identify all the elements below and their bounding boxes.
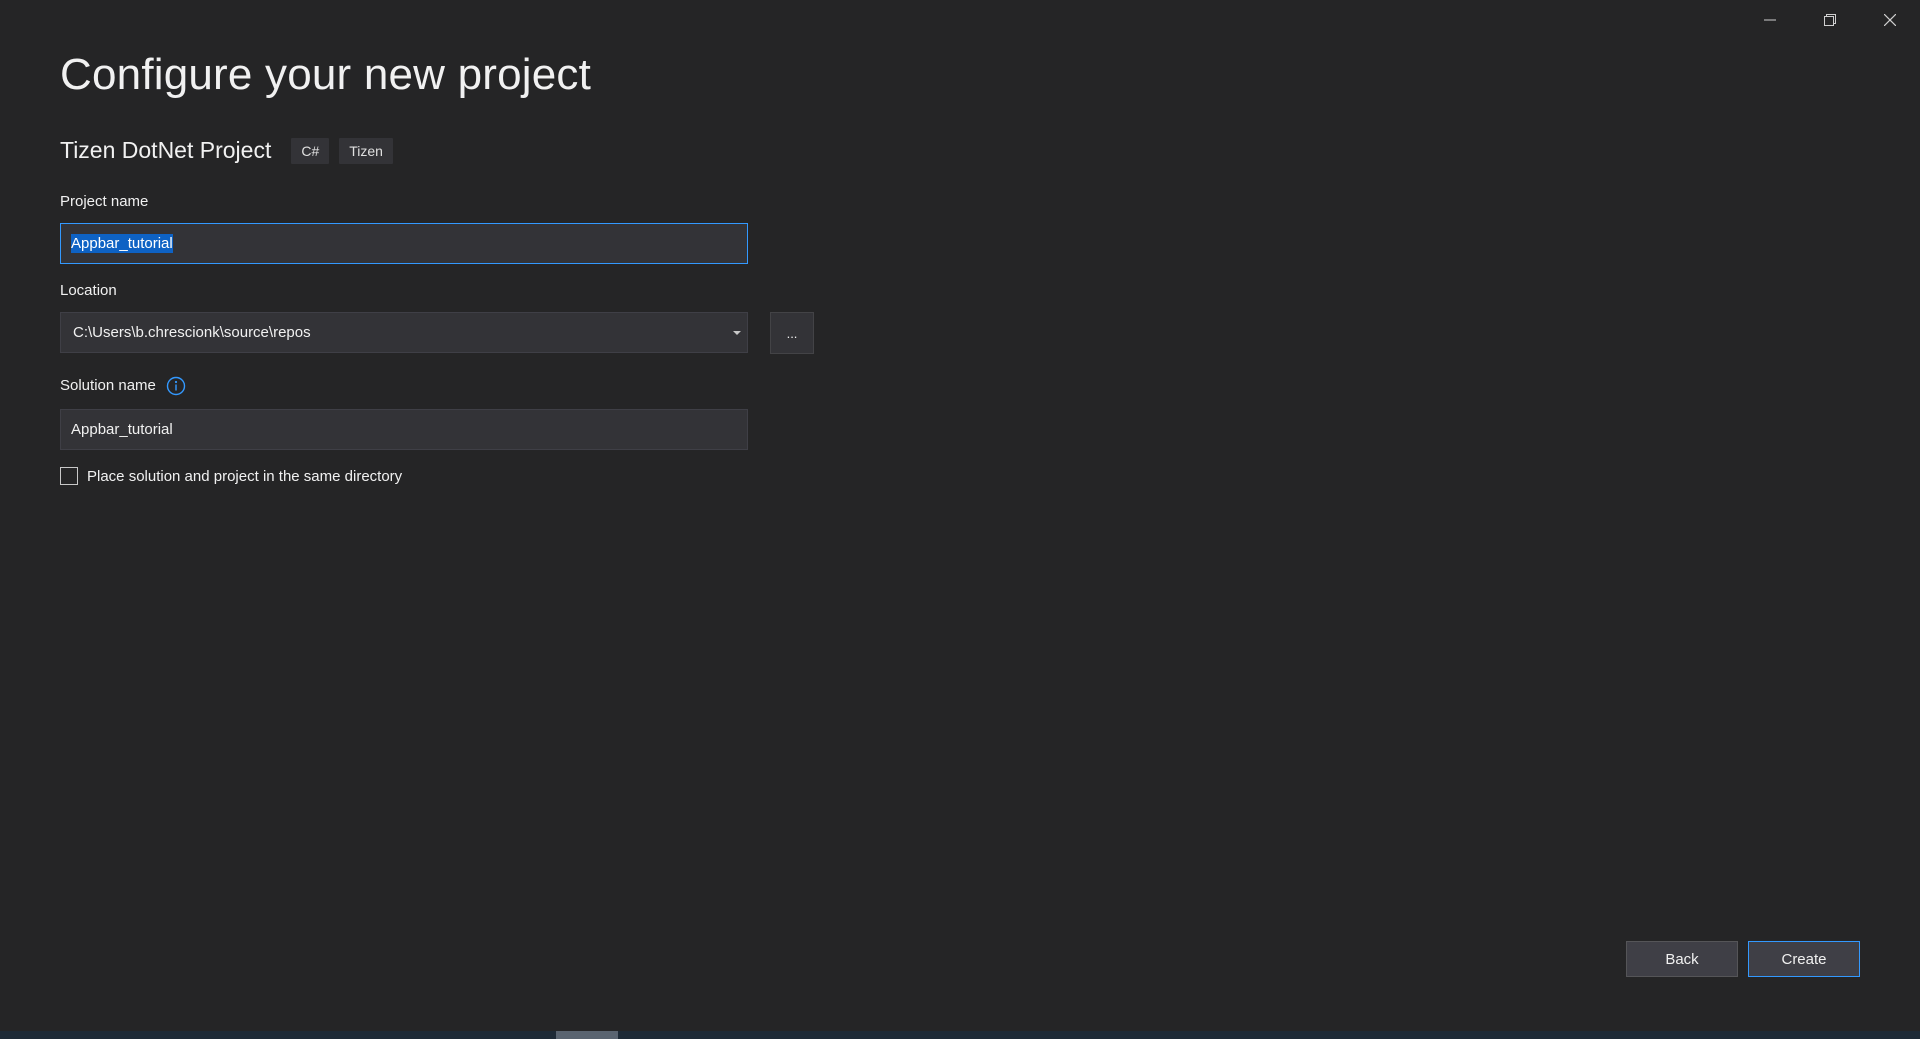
page-title: Configure your new project bbox=[60, 50, 592, 99]
project-name-label: Project name bbox=[60, 193, 149, 210]
restore-icon bbox=[1824, 14, 1836, 26]
location-combobox[interactable]: C:\Users\b.chrescionk\source\repos bbox=[60, 312, 748, 353]
solution-name-label-row: Solution name bbox=[60, 376, 186, 396]
window-controls bbox=[1740, 0, 1920, 40]
template-name: Tizen DotNet Project bbox=[60, 137, 272, 163]
taskbar-strip bbox=[0, 1031, 1920, 1039]
create-button[interactable]: Create bbox=[1748, 941, 1860, 977]
template-info: Tizen DotNet Project C# Tizen bbox=[60, 137, 403, 164]
configure-project-window: Configure your new project Tizen DotNet … bbox=[0, 0, 1920, 1039]
platform-tag: Tizen bbox=[339, 137, 393, 164]
solution-name-value: Appbar_tutorial bbox=[71, 421, 173, 438]
location-label: Location bbox=[60, 282, 117, 299]
solution-name-input[interactable]: Appbar_tutorial bbox=[60, 409, 748, 450]
close-button[interactable] bbox=[1860, 0, 1920, 40]
minimize-button[interactable] bbox=[1740, 0, 1800, 40]
project-name-input[interactable]: Appbar_tutorial bbox=[60, 223, 748, 264]
same-directory-checkbox[interactable] bbox=[60, 467, 78, 485]
location-value: C:\Users\b.chrescionk\source\repos bbox=[73, 324, 311, 341]
project-name-value: Appbar_tutorial bbox=[71, 234, 173, 253]
restore-button[interactable] bbox=[1800, 0, 1860, 40]
close-icon bbox=[1884, 14, 1896, 26]
minimize-icon bbox=[1764, 19, 1776, 21]
taskbar-active-item[interactable] bbox=[556, 1031, 618, 1039]
same-directory-label: Place solution and project in the same d… bbox=[87, 467, 403, 485]
info-icon[interactable] bbox=[166, 376, 186, 396]
chevron-down-icon[interactable] bbox=[733, 330, 741, 335]
same-directory-option[interactable]: Place solution and project in the same d… bbox=[60, 467, 402, 485]
back-button[interactable]: Back bbox=[1626, 941, 1738, 977]
browse-location-button[interactable]: ... bbox=[770, 312, 814, 354]
language-tag: C# bbox=[291, 137, 330, 164]
solution-name-label: Solution name bbox=[60, 376, 156, 394]
